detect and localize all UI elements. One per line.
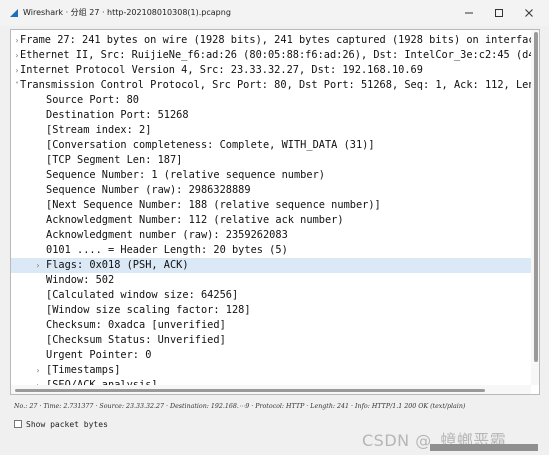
tree-row[interactable]: Destination Port: 51268 <box>11 108 531 123</box>
tree-row[interactable]: [Next Sequence Number: 188 (relative seq… <box>11 198 531 213</box>
tree-row[interactable]: [Calculated window size: 64256] <box>11 288 531 303</box>
tree-row-label: Window: 502 <box>46 274 115 286</box>
tree-row-label: [Checksum Status: Unverified] <box>46 334 226 346</box>
tree-row[interactable]: [Conversation completeness: Complete, WI… <box>11 138 531 153</box>
maximize-icon <box>495 9 503 17</box>
horizontal-scrollbar[interactable] <box>11 385 531 394</box>
tree-row-label: Urgent Pointer: 0 <box>46 349 152 361</box>
chevron-right-icon[interactable]: › <box>34 363 42 378</box>
packet-summary-status: No.: 27 · Time: 2.731377 · Source: 23.33… <box>14 403 466 410</box>
tree-row-label: Frame 27: 241 bytes on wire (1928 bits),… <box>20 34 531 46</box>
chevron-right-icon[interactable]: › <box>34 258 42 273</box>
bottom-strip <box>430 444 538 451</box>
tree-row[interactable]: › Ethernet II, Src: RuijieNe_f6:ad:26 (80… <box>11 48 531 63</box>
tree-row[interactable]: ˅ Transmission Control Protocol, Src Port… <box>11 78 531 93</box>
tree-row-label: Source Port: 80 <box>46 94 139 106</box>
tree-row[interactable]: Window: 502 <box>11 273 531 288</box>
tree-row-label: [SEQ/ACK analysis] <box>46 379 158 385</box>
tree-row[interactable]: › [Timestamps] <box>11 363 531 378</box>
packet-tree: › Frame 27: 241 bytes on wire (1928 bits)… <box>11 30 531 385</box>
tree-row[interactable]: Acknowledgment Number: 112 (relative ack… <box>11 213 531 228</box>
tree-row[interactable]: Urgent Pointer: 0 <box>11 348 531 363</box>
tree-row[interactable]: Sequence Number (raw): 2986328889 <box>11 183 531 198</box>
tree-row[interactable]: Acknowledgment number (raw): 2359262083 <box>11 228 531 243</box>
maximize-button[interactable] <box>485 0 513 26</box>
tree-row[interactable]: › [SEQ/ACK analysis] <box>11 378 531 385</box>
tree-row[interactable]: › Internet Protocol Version 4, Src: 23.33… <box>11 63 531 78</box>
tree-row[interactable]: [Window size scaling factor: 128] <box>11 303 531 318</box>
show-packet-bytes-label: Show packet bytes <box>26 419 108 429</box>
tree-row-label: Internet Protocol Version 4, Src: 23.33.… <box>20 64 423 76</box>
wireshark-fin-icon <box>10 9 18 17</box>
chevron-right-icon[interactable]: › <box>34 378 42 385</box>
tree-row[interactable]: [Stream index: 2] <box>11 123 531 138</box>
tree-row-label: [TCP Segment Len: 187] <box>46 154 183 166</box>
tree-row-label: [Conversation completeness: Complete, WI… <box>46 139 375 151</box>
tree-row-label: [Stream index: 2] <box>46 124 152 136</box>
minimize-icon <box>465 12 473 14</box>
tree-row-label: Checksum: 0xadca [unverified] <box>46 319 226 331</box>
title-bar: Wireshark · 分组 27 · http-202108010308(1)… <box>0 0 549 26</box>
tree-row-label: Acknowledgment number (raw): 2359262083 <box>46 229 288 241</box>
tree-row-label: [Window size scaling factor: 128] <box>46 304 251 316</box>
tree-row-label: Acknowledgment Number: 112 (relative ack… <box>46 214 344 226</box>
vertical-scrollbar-thumb[interactable] <box>534 32 538 362</box>
tree-row[interactable]: [TCP Segment Len: 187] <box>11 153 531 168</box>
tree-row-label: Transmission Control Protocol, Src Port:… <box>20 79 531 91</box>
tree-row-label: [Next Sequence Number: 188 (relative seq… <box>46 199 381 211</box>
vertical-scrollbar[interactable] <box>531 30 539 385</box>
close-button[interactable] <box>515 0 543 26</box>
tree-row[interactable]: › Frame 27: 241 bytes on wire (1928 bits)… <box>11 33 531 48</box>
horizontal-scrollbar-thumb[interactable] <box>15 389 485 392</box>
tree-row-label: Flags: 0x018 (PSH, ACK) <box>46 259 189 271</box>
tree-row[interactable]: Sequence Number: 1 (relative sequence nu… <box>11 168 531 183</box>
tree-row-label: Ethernet II, Src: RuijieNe_f6:ad:26 (80:… <box>20 49 531 61</box>
tree-row[interactable]: Source Port: 80 <box>11 93 531 108</box>
tree-row-label: Destination Port: 51268 <box>46 109 189 121</box>
tree-row[interactable]: [Checksum Status: Unverified] <box>11 333 531 348</box>
close-icon <box>525 9 533 17</box>
window-title: Wireshark · 分组 27 · http-202108010308(1)… <box>23 8 231 17</box>
show-packet-bytes-toggle[interactable]: Show packet bytes <box>14 418 108 430</box>
tree-row-label: Sequence Number (raw): 2986328889 <box>46 184 251 196</box>
tree-row[interactable]: Checksum: 0xadca [unverified] <box>11 318 531 333</box>
tree-row[interactable]: 0101 .... = Header Length: 20 bytes (5) <box>11 243 531 258</box>
packet-details-pane[interactable]: › Frame 27: 241 bytes on wire (1928 bits)… <box>10 29 540 395</box>
tree-row[interactable]: › Flags: 0x018 (PSH, ACK) <box>11 258 531 273</box>
tree-row-label: [Timestamps] <box>46 364 121 376</box>
tree-row-label: Sequence Number: 1 (relative sequence nu… <box>46 169 325 181</box>
tree-row-label: [Calculated window size: 64256] <box>46 289 239 301</box>
tree-row-label: 0101 .... = Header Length: 20 bytes (5) <box>46 244 288 256</box>
minimize-button[interactable] <box>455 0 483 26</box>
show-packet-bytes-checkbox[interactable] <box>14 420 22 428</box>
